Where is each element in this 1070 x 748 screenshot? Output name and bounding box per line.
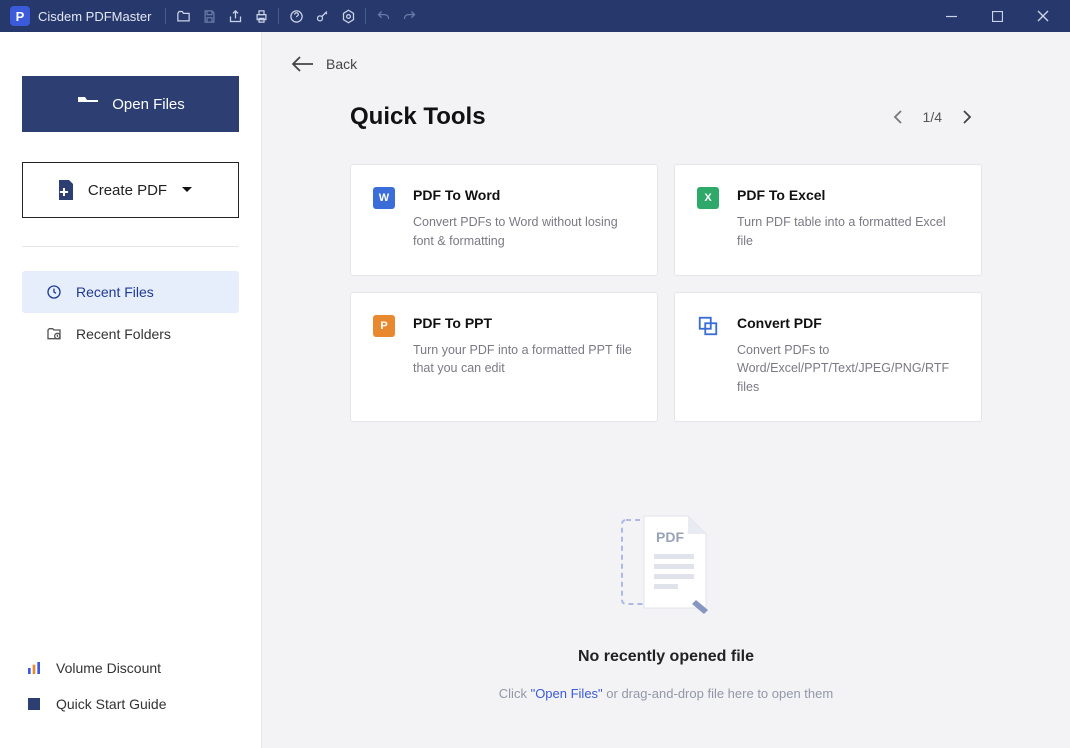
empty-subtitle: Click "Open Files" or drag-and-drop file… [292, 686, 1040, 701]
quick-tools-cards: W PDF To Word Convert PDFs to Word witho… [350, 164, 982, 422]
page-indicator: 1/4 [923, 109, 942, 125]
open-files-label: Open Files [112, 96, 185, 113]
empty-prefix: Click [499, 686, 527, 701]
create-pdf-icon [56, 179, 76, 201]
app-title: Cisdem PDFMaster [38, 9, 151, 24]
page-prev-button[interactable] [883, 102, 913, 132]
card-pdf-to-excel[interactable]: X PDF To Excel Turn PDF table into a for… [674, 164, 982, 276]
open-folder-icon[interactable] [170, 3, 196, 29]
close-button[interactable] [1020, 0, 1066, 32]
ppt-icon: P [373, 315, 395, 337]
nav-recent-files[interactable]: Recent Files [22, 271, 239, 313]
back-button[interactable]: Back [292, 56, 1040, 72]
minimize-button[interactable] [928, 0, 974, 32]
empty-open-files-link[interactable]: "Open Files" [531, 686, 603, 701]
page-next-button[interactable] [952, 102, 982, 132]
nav-recent-folders[interactable]: Recent Folders [22, 313, 239, 355]
word-icon: W [373, 187, 395, 209]
help-icon[interactable] [283, 3, 309, 29]
quick-tools-header: Quick Tools 1/4 [350, 102, 982, 132]
card-desc: Convert PDFs to Word without losing font… [413, 213, 635, 251]
sidebar-nav: Recent Files Recent Folders [22, 271, 239, 355]
create-pdf-label: Create PDF [88, 182, 167, 199]
separator [365, 8, 366, 24]
back-label: Back [326, 56, 357, 72]
create-pdf-button[interactable]: Create PDF [22, 162, 239, 218]
excel-icon: X [697, 187, 719, 209]
sidebar: Open Files Create PDF Recent Files Recen… [0, 32, 262, 748]
redo-icon[interactable] [396, 3, 422, 29]
card-title: PDF To Excel [737, 187, 959, 203]
print-icon[interactable] [248, 3, 274, 29]
chevron-down-icon [181, 186, 193, 194]
settings-icon[interactable] [335, 3, 361, 29]
card-desc: Convert PDFs to Word/Excel/PPT/Text/JPEG… [737, 341, 959, 397]
divider [22, 246, 239, 247]
empty-state: PDF No recently opened file Click "Open … [292, 512, 1040, 701]
clock-icon [46, 284, 62, 300]
pagination: 1/4 [883, 102, 982, 132]
undo-icon[interactable] [370, 3, 396, 29]
card-pdf-to-word[interactable]: W PDF To Word Convert PDFs to Word witho… [350, 164, 658, 276]
app-logo: P [10, 6, 30, 26]
folder-open-icon [76, 94, 100, 114]
maximize-button[interactable] [974, 0, 1020, 32]
convert-icon [697, 315, 719, 337]
share-icon[interactable] [222, 3, 248, 29]
empty-title: No recently opened file [292, 648, 1040, 666]
chevron-right-icon [963, 110, 972, 124]
card-title: Convert PDF [737, 315, 959, 331]
book-icon [26, 696, 42, 712]
card-convert-pdf[interactable]: Convert PDF Convert PDFs to Word/Excel/P… [674, 292, 982, 422]
quick-start-link[interactable]: Quick Start Guide [22, 686, 239, 722]
sidebar-footer: Volume Discount Quick Start Guide [22, 650, 239, 722]
volume-discount-link[interactable]: Volume Discount [22, 650, 239, 686]
empty-illustration: PDF [292, 512, 1040, 622]
card-pdf-to-ppt[interactable]: P PDF To PPT Turn your PDF into a format… [350, 292, 658, 422]
folder-clock-icon [46, 326, 62, 342]
arrow-left-icon [292, 56, 314, 72]
card-desc: Turn PDF table into a formatted Excel fi… [737, 213, 959, 251]
save-icon[interactable] [196, 3, 222, 29]
empty-suffix: or drag-and-drop file here to open them [603, 686, 834, 701]
titlebar: P Cisdem PDFMaster [0, 0, 1070, 32]
card-title: PDF To Word [413, 187, 635, 203]
key-icon[interactable] [309, 3, 335, 29]
volume-discount-label: Volume Discount [56, 660, 161, 676]
card-title: PDF To PPT [413, 315, 635, 331]
main-panel: Back Quick Tools 1/4 W PDF To Word Conve… [262, 32, 1070, 748]
quick-start-label: Quick Start Guide [56, 696, 167, 712]
content: Open Files Create PDF Recent Files Recen… [0, 32, 1070, 748]
quick-tools-title: Quick Tools [350, 103, 486, 131]
open-files-button[interactable]: Open Files [22, 76, 239, 132]
nav-recent-folders-label: Recent Folders [76, 326, 171, 342]
separator [165, 8, 166, 24]
separator [278, 8, 279, 24]
volume-discount-icon [26, 660, 42, 676]
pdf-badge-text: PDF [656, 529, 684, 545]
chevron-left-icon [893, 110, 902, 124]
card-desc: Turn your PDF into a formatted PPT file … [413, 341, 635, 379]
nav-recent-files-label: Recent Files [76, 284, 154, 300]
